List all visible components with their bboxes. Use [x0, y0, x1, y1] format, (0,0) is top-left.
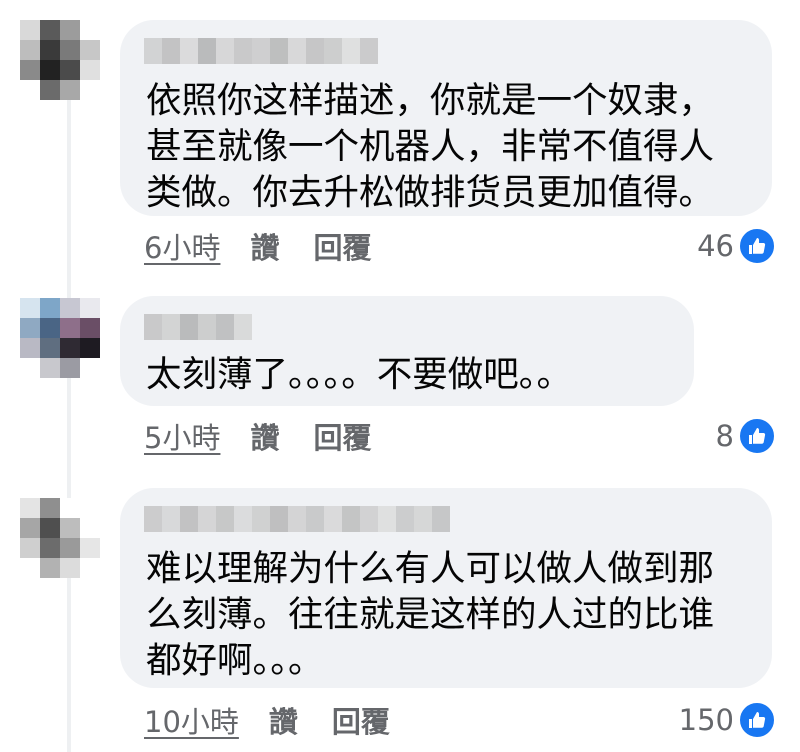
like-button[interactable]: 讚 [250, 415, 279, 457]
comment-bubble: 太刻薄了。。。。不要做吧。。 [120, 296, 694, 406]
reply-button[interactable]: 回覆 [332, 699, 390, 741]
timestamp-link[interactable]: 10小時 [144, 699, 239, 741]
author-name-blurred[interactable] [144, 314, 252, 340]
comment-text-line: 都好啊。。。 [146, 640, 324, 681]
comment-text-line: 依照你这样描述，你就是一个奴隶， [146, 80, 715, 121]
reaction-summary[interactable]: 8 [716, 416, 776, 456]
comment-text-line: 类做。你去升松做排货员更加值得。 [146, 172, 715, 213]
reaction-count: 8 [715, 419, 734, 453]
timestamp-link[interactable]: 6小時 [144, 225, 220, 267]
like-button[interactable]: 讚 [269, 699, 298, 741]
reaction-count: 150 [678, 703, 734, 737]
author-name-blurred[interactable] [144, 506, 450, 532]
like-icon [738, 417, 776, 455]
reply-button[interactable]: 回覆 [313, 225, 371, 267]
like-icon [738, 701, 776, 739]
comment-bubble: 难以理解为什么有人可以做人做到那 么刻薄。往往就是这样的人过的比谁 都好啊。。。 [120, 488, 772, 688]
thread-connector-line [67, 92, 71, 752]
reaction-summary[interactable]: 150 [679, 700, 776, 740]
comment-actions: 6小時 讚 回覆 [144, 226, 371, 266]
avatar[interactable] [20, 298, 100, 378]
author-name-blurred[interactable] [144, 38, 378, 64]
comment-actions: 10小時 讚 回覆 [144, 700, 390, 740]
avatar[interactable] [20, 498, 100, 578]
avatar[interactable] [20, 20, 100, 100]
comment-actions: 5小時 讚 回覆 [144, 416, 371, 456]
like-button[interactable]: 讚 [250, 225, 279, 267]
comment-text-line: 甚至就像一个机器人，非常不值得人 [146, 126, 715, 167]
comment-text-line: 难以理解为什么有人可以做人做到那 [146, 548, 715, 589]
comment-text-line: 太刻薄了。。。。不要做吧。。 [146, 354, 573, 395]
reaction-count: 46 [697, 229, 734, 263]
comment-bubble: 依照你这样描述，你就是一个奴隶， 甚至就像一个机器人，非常不值得人 类做。你去升… [120, 20, 772, 216]
like-icon [738, 227, 776, 265]
timestamp-link[interactable]: 5小時 [144, 415, 220, 457]
comment-text-line: 么刻薄。往往就是这样的人过的比谁 [146, 594, 715, 635]
comment-thread: 依照你这样描述，你就是一个奴隶， 甚至就像一个机器人，非常不值得人 类做。你去升… [0, 0, 800, 752]
reaction-summary[interactable]: 46 [697, 226, 776, 266]
reply-button[interactable]: 回覆 [313, 415, 371, 457]
